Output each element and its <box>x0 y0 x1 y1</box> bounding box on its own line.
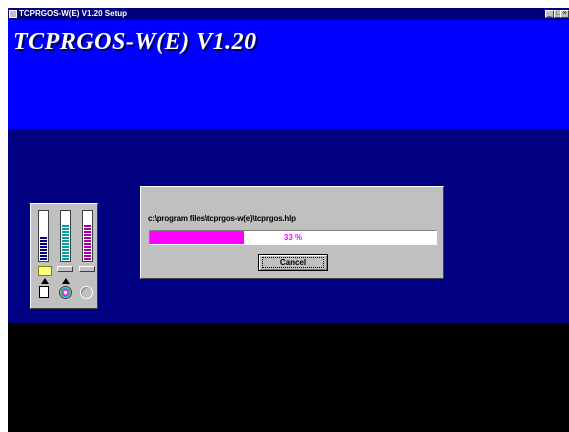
meter-fill-2 <box>62 224 69 260</box>
progress-percent-label: 33 % <box>283 233 303 242</box>
progress-dialog: c:\program files\tcprgos-w(e)\tcprgos.hl… <box>140 186 444 279</box>
close-button[interactable]: × <box>560 10 569 18</box>
folder-icon <box>38 266 52 276</box>
banner-title: TCPRGOS-W(E) V1.20 <box>13 29 257 55</box>
floppy-icon <box>39 286 49 298</box>
drive-slot-icon <box>79 266 95 272</box>
meter-fill-1 <box>40 236 47 260</box>
disk-meter-panel <box>30 203 98 309</box>
current-file-label: c:\program files\tcprgos-w(e)\tcprgos.hl… <box>148 214 296 223</box>
arrow-up-icon <box>41 278 49 284</box>
setup-banner: TCPRGOS-W(E) V1.20 <box>8 20 569 129</box>
disc-icon <box>80 286 93 299</box>
window-title: TCPRGOS-W(E) V1.20 Setup <box>19 9 128 18</box>
cancel-button[interactable]: Cancel <box>258 254 328 271</box>
setup-window: TCPRGOS-W(E) V1.20 Setup _ □ × TCPRGOS-W… <box>8 8 569 432</box>
title-bar: TCPRGOS-W(E) V1.20 Setup _ □ × <box>8 8 569 20</box>
cd-icon <box>59 286 72 299</box>
drive-slot-icon <box>57 266 73 272</box>
meter-fill-3 <box>84 224 91 260</box>
minimize-button[interactable]: _ <box>545 10 554 18</box>
disk-meter-3 <box>82 210 93 262</box>
progress-bar: 33 % <box>149 230 437 245</box>
app-icon <box>9 10 17 18</box>
disk-meter-2 <box>60 210 71 262</box>
focus-rect <box>262 257 324 268</box>
arrow-up-icon <box>62 278 70 284</box>
disk-meter-1 <box>38 210 49 262</box>
